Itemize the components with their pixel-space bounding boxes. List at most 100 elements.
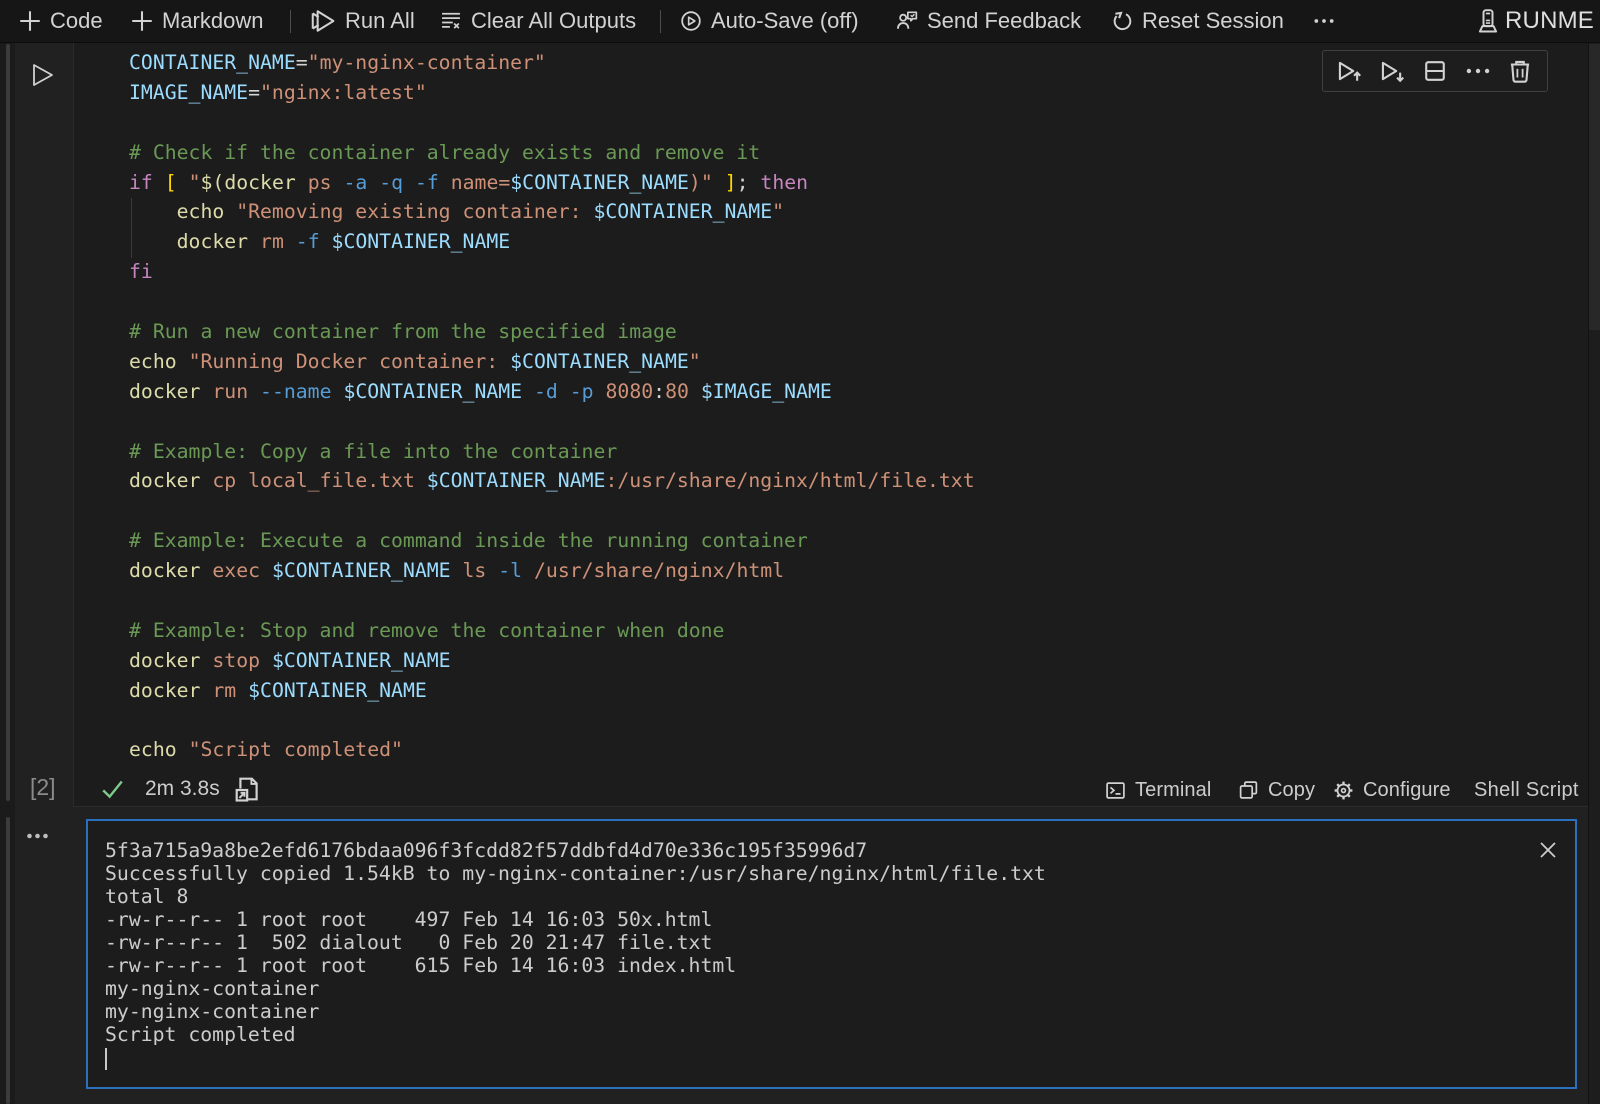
output-line: -rw-r--r-- 1 root root 615 Feb 14 16:03 … (105, 954, 1046, 977)
gear-icon (1333, 780, 1354, 801)
toolbar-button-more[interactable] (1313, 0, 1335, 42)
toolbar-label: Code (50, 8, 103, 34)
code-line (129, 496, 975, 526)
play-up-icon (1337, 58, 1363, 84)
cell-toolbar-split-cell[interactable] (1421, 57, 1449, 85)
cell-output[interactable]: 5f3a715a9a8be2efd6176bdaa096f3fcdd82f57d… (86, 819, 1577, 1089)
output-line: -rw-r--r-- 1 root root 497 Feb 14 16:03 … (105, 908, 1046, 931)
code-line: IMAGE_NAME="nginx:latest" (129, 78, 975, 108)
cell-toolbar (1322, 50, 1548, 92)
code-line: docker rm $CONTAINER_NAME (129, 676, 975, 706)
output-line: Script completed (105, 1023, 1046, 1046)
toolbar-separator (290, 10, 291, 33)
code-line (129, 407, 975, 437)
code-line: docker run --name $CONTAINER_NAME -d -p … (129, 377, 975, 407)
code-line: # Example: Execute a command inside the … (129, 526, 975, 556)
scrollbar-thumb[interactable] (1589, 44, 1600, 330)
cell-toolbar-more-actions[interactable] (1464, 57, 1492, 85)
status-action-copy[interactable]: Copy (1238, 774, 1315, 806)
code-line: echo "Removing existing container: $CONT… (129, 197, 975, 227)
cell-status-left: 2m 3.8s (100, 772, 261, 806)
output-menu-icon[interactable] (26, 831, 50, 841)
execution-order-label: [2] (30, 774, 56, 801)
code-line: # Run a new container from the specified… (129, 317, 975, 347)
cell-toolbar-delete-cell[interactable] (1506, 57, 1534, 85)
code-line: docker rm -f $CONTAINER_NAME (129, 227, 975, 257)
toolbar-separator (660, 10, 661, 33)
code-line: echo "Script completed" (129, 735, 975, 765)
ellipsis-icon (1313, 10, 1335, 32)
output-line: -rw-r--r-- 1 502 dialout 0 Feb 20 21:47 … (105, 931, 1046, 954)
plus-icon (19, 10, 41, 32)
toolbar-label: Reset Session (1142, 8, 1284, 34)
plus-icon (131, 10, 153, 32)
code-line: docker cp local_file.txt $CONTAINER_NAME… (129, 466, 975, 496)
clear-all-icon (440, 10, 462, 32)
split-cell-icon (1422, 58, 1448, 84)
output-line: Successfully copied 1.54kB to my-nginx-c… (105, 862, 1046, 885)
cell-toolbar-execute-below[interactable] (1379, 57, 1407, 85)
toolbar-button-reset-session[interactable]: Reset Session (1111, 0, 1284, 42)
brand-label: RUNME (1505, 7, 1594, 35)
toolbar-button-add-code[interactable]: Code (19, 0, 103, 42)
toolbar-button-clear-outputs[interactable]: Clear All Outputs (440, 0, 636, 42)
copy-icon (1238, 780, 1259, 801)
code-line (129, 287, 975, 317)
code-line: fi (129, 257, 975, 287)
toolbar-button-send-feedback[interactable]: Send Feedback (896, 0, 1081, 42)
code-line: docker exec $CONTAINER_NAME ls -l /usr/s… (129, 556, 975, 586)
circled-play-icon (680, 10, 702, 32)
status-action-label: Copy (1268, 779, 1315, 802)
output-line: my-nginx-container (105, 1000, 1046, 1023)
notebook-toolbar: Code Markdown Run All Clear All Outputs Auto… (0, 0, 1600, 43)
status-action-configure[interactable]: Configure (1333, 774, 1451, 806)
runme-brand[interactable]: RUNME (1476, 0, 1594, 42)
code-line: echo "Running Docker container: $CONTAIN… (129, 347, 975, 377)
code-lines[interactable]: CONTAINER_NAME="my-nginx-container"IMAGE… (129, 48, 975, 765)
status-action-label: Configure (1363, 779, 1451, 802)
output-line: total 8 (105, 885, 1046, 908)
notebook-app: CONTAINER_NAME="my-nginx-container"IMAGE… (0, 0, 1600, 1104)
close-output-icon[interactable] (1539, 841, 1557, 859)
toolbar-button-run-all[interactable]: Run All (310, 0, 415, 42)
execution-duration: 2m 3.8s (145, 777, 220, 801)
indent-guide (131, 198, 132, 258)
toolbar-label: Clear All Outputs (471, 8, 636, 34)
toolbar-label: Send Feedback (927, 8, 1081, 34)
terminal-cursor (105, 1048, 107, 1070)
toolbar-button-auto-save[interactable]: Auto-Save (off) (680, 0, 859, 42)
refresh-icon (1111, 10, 1133, 32)
terminal-icon (1105, 780, 1126, 801)
cell-focus-bar (6, 44, 10, 801)
toolbar-label: Auto-Save (off) (711, 8, 859, 34)
trash-icon (1507, 58, 1533, 84)
run-cell-button[interactable] (32, 63, 54, 87)
play-down-icon (1380, 58, 1406, 84)
code-line (129, 706, 975, 736)
run-all-icon (310, 8, 336, 34)
toolbar-label: Markdown (162, 8, 263, 34)
status-action-label: Terminal (1135, 779, 1211, 802)
output-focus-bar (6, 817, 10, 1104)
code-line (129, 586, 975, 616)
code-line (129, 108, 975, 138)
runme-logo (1476, 7, 1500, 35)
output-line: 5f3a715a9a8be2efd6176bdaa096f3fcdd82f57d… (105, 839, 1046, 862)
code-line: # Check if the container already exists … (129, 138, 975, 168)
toolbar-button-add-markdown[interactable]: Markdown (131, 0, 263, 42)
code-line: # Example: Copy a file into the containe… (129, 437, 975, 467)
code-line: # Example: Stop and remove the container… (129, 616, 975, 646)
open-output-external-icon[interactable] (234, 776, 261, 803)
success-check-icon (100, 777, 125, 801)
code-line: CONTAINER_NAME="my-nginx-container" (129, 48, 975, 78)
status-action-terminal[interactable]: Terminal (1105, 774, 1211, 806)
ellipsis-icon (1465, 58, 1491, 84)
feedback-person-icon (896, 10, 918, 32)
toolbar-label: Run All (345, 8, 415, 34)
cell-language-label[interactable]: Shell Script (1474, 774, 1579, 806)
cell-toolbar-execute-above[interactable] (1336, 57, 1364, 85)
output-line: my-nginx-container (105, 977, 1046, 1000)
output-lines: 5f3a715a9a8be2efd6176bdaa096f3fcdd82f57d… (105, 839, 1046, 1070)
code-line: docker stop $CONTAINER_NAME (129, 646, 975, 676)
code-line: if [ "$(docker ps -a -q -f name=$CONTAIN… (129, 168, 975, 198)
